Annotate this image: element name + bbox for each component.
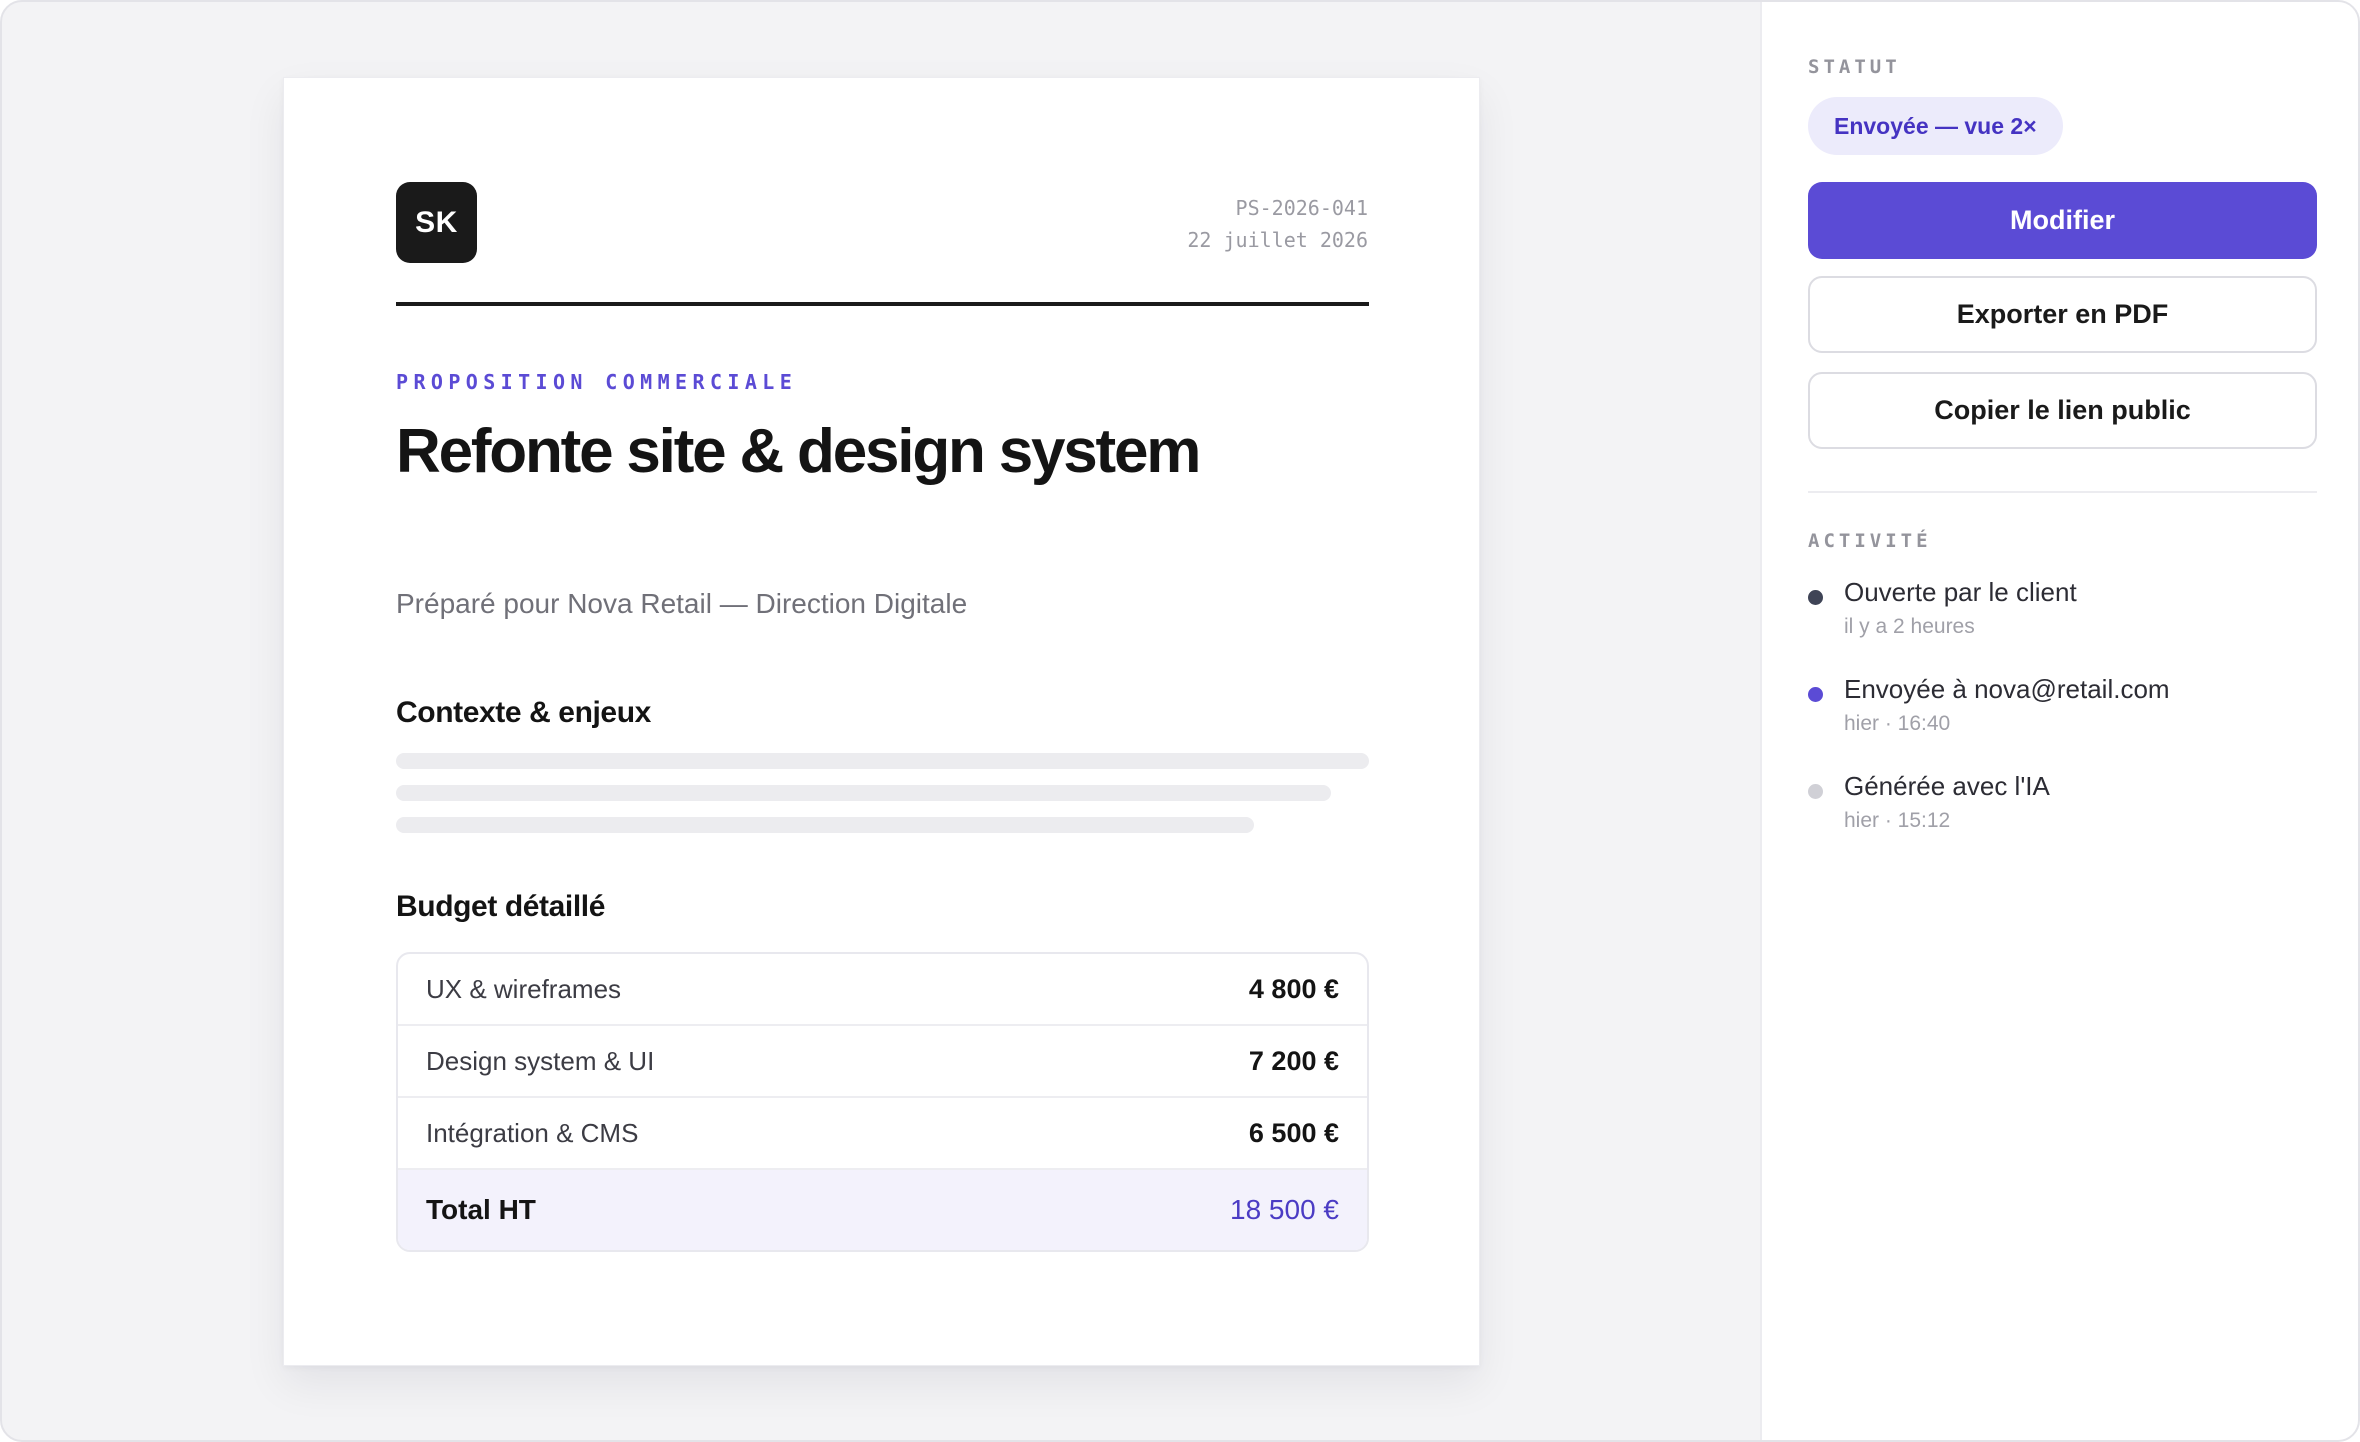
context-heading: Contexte & enjeux bbox=[396, 696, 651, 729]
activity-time: hier · 16:40 bbox=[1844, 712, 1951, 735]
activity-dot-icon bbox=[1808, 590, 1823, 605]
budget-row: Intégration & CMS 6 500 € bbox=[398, 1098, 1367, 1170]
activity-time: hier · 15:12 bbox=[1844, 809, 1951, 832]
document-reference: PS-2026-041 bbox=[1235, 196, 1368, 220]
budget-row-label: Intégration & CMS bbox=[426, 1117, 639, 1148]
activity-title: Envoyée à nova@retail.com bbox=[1844, 674, 2170, 704]
budget-row-amount: 6 500 € bbox=[1248, 1117, 1339, 1148]
budget-row: Design system & UI 7 200 € bbox=[398, 1026, 1367, 1098]
sidebar-divider bbox=[1808, 491, 2317, 493]
activity-section-label: ACTIVITÉ bbox=[1808, 530, 1932, 552]
export-pdf-button[interactable]: Exporter en PDF bbox=[1808, 276, 2317, 353]
activity-time: il y a 2 heures bbox=[1844, 615, 1975, 638]
copy-public-link-button[interactable]: Copier le lien public bbox=[1808, 372, 2317, 449]
activity-dot-icon bbox=[1808, 784, 1823, 799]
document-kicker: PROPOSITION COMMERCIALE bbox=[396, 370, 798, 394]
status-section-label: STATUT bbox=[1808, 56, 1901, 78]
activity-dot-icon bbox=[1808, 687, 1823, 702]
text-placeholder-line bbox=[396, 817, 1254, 833]
proposal-document: SK PS-2026-041 22 juillet 2026 PROPOSITI… bbox=[283, 77, 1480, 1366]
budget-total-amount: 18 500 € bbox=[1230, 1194, 1339, 1225]
budget-row-amount: 7 200 € bbox=[1248, 1045, 1339, 1076]
app-window: SK PS-2026-041 22 juillet 2026 PROPOSITI… bbox=[0, 0, 2360, 1442]
header-divider bbox=[396, 302, 1369, 306]
budget-heading: Budget détaillé bbox=[396, 890, 606, 923]
budget-total-row: Total HT 18 500 € bbox=[398, 1170, 1367, 1250]
activity-title: Générée avec l'IA bbox=[1844, 771, 2050, 801]
budget-row-label: UX & wireframes bbox=[426, 973, 622, 1004]
budget-table: UX & wireframes 4 800 € Design system & … bbox=[396, 952, 1369, 1252]
text-placeholder-line bbox=[396, 753, 1369, 769]
document-subtitle: Préparé pour Nova Retail — Direction Dig… bbox=[396, 588, 968, 619]
status-badge: Envoyée — vue 2× bbox=[1808, 97, 2063, 155]
activity-title: Ouverte par le client bbox=[1844, 577, 2077, 607]
budget-row: UX & wireframes 4 800 € bbox=[398, 954, 1367, 1026]
budget-row-label: Design system & UI bbox=[426, 1045, 655, 1076]
document-date: 22 juillet 2026 bbox=[1187, 228, 1368, 252]
text-placeholder-line bbox=[396, 785, 1331, 801]
document-meta: PS-2026-041 22 juillet 2026 bbox=[1187, 192, 1368, 256]
edit-button[interactable]: Modifier bbox=[1808, 182, 2317, 259]
budget-row-amount: 4 800 € bbox=[1248, 973, 1339, 1004]
document-title: Refonte site & design system bbox=[396, 417, 1201, 486]
company-logo: SK bbox=[396, 182, 477, 263]
budget-total-label: Total HT bbox=[426, 1194, 536, 1225]
sidebar-panel: STATUT Envoyée — vue 2× Modifier Exporte… bbox=[1760, 2, 2358, 1440]
